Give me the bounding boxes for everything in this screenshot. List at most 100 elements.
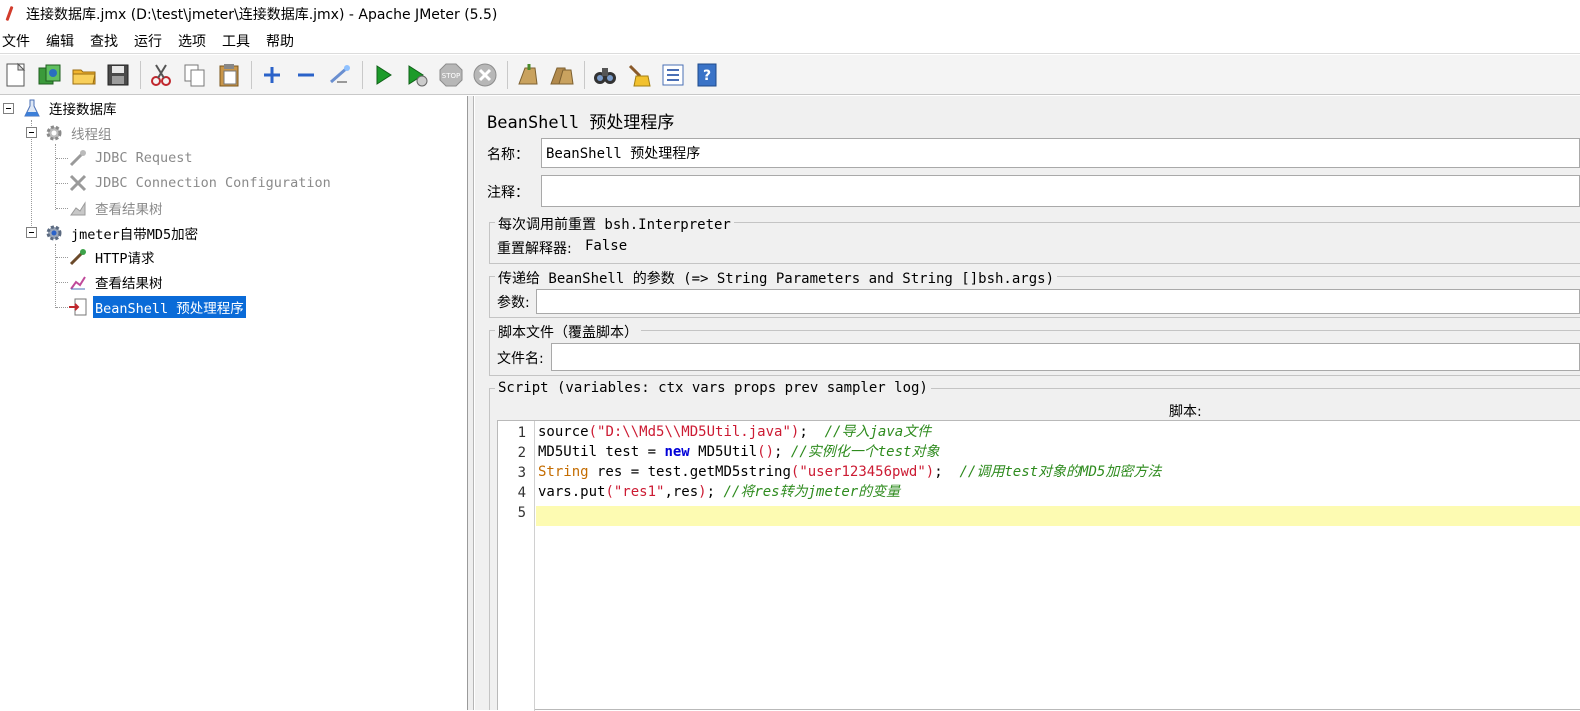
reset-search-icon[interactable] bbox=[625, 60, 653, 90]
name-label: 名称： bbox=[487, 147, 529, 163]
menu-tools[interactable]: 工具 bbox=[220, 31, 258, 51]
tree-node-http-request[interactable]: HTTP请求 bbox=[68, 245, 157, 269]
clear-icon[interactable] bbox=[514, 60, 542, 90]
split-pane-divider[interactable] bbox=[468, 96, 474, 710]
code-token: ; bbox=[799, 424, 825, 440]
tree-node-jdbc-request[interactable]: JDBC Request bbox=[68, 146, 195, 170]
parameters-label: 参数: bbox=[497, 295, 530, 311]
menu-help[interactable]: 帮助 bbox=[264, 31, 302, 51]
title-bar: 连接数据库.jmx (D:\test\jmeter\连接数据库.jmx) - A… bbox=[0, 0, 1580, 28]
code-token: ,res bbox=[664, 484, 699, 500]
copy-icon[interactable] bbox=[181, 60, 209, 90]
file-name-field[interactable] bbox=[551, 343, 1580, 371]
toggle-icon[interactable] bbox=[326, 60, 354, 90]
tree-node-beanshell-preprocessor[interactable]: BeanShell 预处理程序 bbox=[68, 295, 246, 319]
listener-icon bbox=[68, 198, 88, 218]
code-token: ( bbox=[588, 424, 598, 440]
svg-text:?: ? bbox=[703, 68, 711, 84]
test-plan-icon bbox=[22, 98, 42, 118]
collapse-toggle[interactable] bbox=[3, 103, 14, 114]
menu-bar: 文件 编辑 查找 运行 选项 工具 帮助 bbox=[0, 28, 1580, 54]
menu-edit[interactable]: 编辑 bbox=[44, 31, 82, 51]
code-token: new bbox=[664, 444, 690, 460]
clear-all-icon[interactable] bbox=[548, 60, 576, 90]
parameters-field[interactable] bbox=[536, 289, 1580, 314]
menu-run[interactable]: 运行 bbox=[132, 31, 170, 51]
tree-node-view-results-tree[interactable]: 查看结果树 bbox=[68, 196, 165, 220]
code-line[interactable]: MD5Util test = new MD5Util(); //实例化一个tes… bbox=[538, 442, 939, 462]
line-number: 2 bbox=[517, 445, 526, 461]
window-title: 连接数据库.jmx (D:\test\jmeter\连接数据库.jmx) - A… bbox=[26, 7, 498, 23]
code-token: source bbox=[538, 424, 589, 440]
tree-node-view-results-tree[interactable]: 查看结果树 bbox=[68, 270, 165, 294]
tree-node-thread-group-md5[interactable]: jmeter自带MD5加密 bbox=[44, 221, 200, 245]
collapse-icon[interactable] bbox=[292, 60, 320, 90]
tree-node-thread-group[interactable]: 线程组 bbox=[44, 121, 114, 145]
beanshell-preprocessor-panel: BeanShell 预处理程序 名称： BeanShell 预处理程序 注释： … bbox=[475, 96, 1580, 711]
tree-connector bbox=[55, 244, 56, 308]
gear-icon bbox=[44, 223, 64, 243]
sampler-icon bbox=[68, 247, 88, 267]
toolbar: STOP ? bbox=[0, 55, 1580, 95]
code-line[interactable]: source("D:\\Md5\\MD5Util.java"); //导入jav… bbox=[538, 422, 931, 442]
reset-interpreter-label: 重置解释器: bbox=[497, 241, 572, 257]
line-number: 1 bbox=[517, 425, 526, 441]
collapse-toggle[interactable] bbox=[26, 127, 37, 138]
current-line-highlight bbox=[536, 506, 1580, 526]
toolbar-separator bbox=[362, 60, 363, 89]
svg-text:STOP: STOP bbox=[442, 72, 460, 80]
stop-icon[interactable]: STOP bbox=[437, 60, 465, 90]
file-name-label: 文件名: bbox=[497, 351, 544, 367]
open-icon[interactable] bbox=[70, 60, 98, 90]
comment-field[interactable] bbox=[541, 175, 1580, 207]
code-token: ) bbox=[925, 464, 935, 480]
new-icon[interactable] bbox=[2, 60, 30, 90]
panel-title: BeanShell 预处理程序 bbox=[487, 113, 675, 133]
tree-node-test-plan[interactable]: 连接数据库 bbox=[22, 96, 119, 120]
search-icon[interactable] bbox=[591, 60, 619, 90]
templates-icon[interactable] bbox=[36, 60, 64, 90]
toolbar-separator bbox=[507, 60, 508, 89]
reset-interpreter-value[interactable]: False bbox=[585, 238, 627, 254]
shutdown-icon[interactable] bbox=[471, 60, 499, 90]
script-legend: Script (variables: ctx vars props prev s… bbox=[495, 380, 931, 396]
menu-file[interactable]: 文件 bbox=[0, 31, 38, 51]
save-icon[interactable] bbox=[104, 60, 132, 90]
jmeter-feather-icon bbox=[4, 6, 16, 22]
line-number: 5 bbox=[517, 505, 526, 521]
start-no-pauses-icon[interactable] bbox=[403, 60, 431, 90]
menu-options[interactable]: 选项 bbox=[176, 31, 214, 51]
code-token: "res1" bbox=[613, 484, 665, 500]
function-helper-icon[interactable] bbox=[659, 60, 687, 90]
code-token: ; bbox=[934, 464, 960, 480]
tree-node-label: JDBC Request bbox=[95, 150, 193, 166]
code-token: MD5Util test = bbox=[538, 444, 665, 460]
code-token: res = test.getMD5string bbox=[588, 464, 791, 480]
code-token: ; bbox=[774, 444, 791, 460]
toolbar-separator bbox=[140, 60, 141, 89]
code-line[interactable]: String res = test.getMD5string("user1234… bbox=[538, 462, 1161, 482]
preprocessor-icon bbox=[68, 297, 88, 317]
code-token: "user123456pwd" bbox=[799, 464, 926, 480]
code-token: () bbox=[757, 444, 775, 460]
code-token: ( bbox=[605, 484, 614, 500]
tree-connector bbox=[56, 257, 68, 258]
help-icon[interactable]: ? bbox=[693, 60, 721, 90]
start-icon[interactable] bbox=[369, 60, 397, 90]
test-plan-tree: 连接数据库 线程组 JDBC Request JDBC Connection C… bbox=[0, 96, 468, 710]
cut-icon[interactable] bbox=[147, 60, 175, 90]
code-line[interactable]: vars.put("res1",res); //将res转为jmeter的变量 bbox=[538, 482, 900, 502]
menu-search[interactable]: 查找 bbox=[88, 31, 126, 51]
collapse-toggle[interactable] bbox=[26, 227, 37, 238]
script-label: 脚本: bbox=[1169, 404, 1202, 420]
code-token: //实例化一个test对象 bbox=[790, 444, 940, 460]
name-field[interactable]: BeanShell 预处理程序 bbox=[541, 138, 1580, 168]
script-editor[interactable]: 1 2 3 4 5 source("D:\\Md5\\MD5Util.java"… bbox=[497, 420, 1580, 711]
toolbar-separator bbox=[251, 60, 252, 89]
paste-icon[interactable] bbox=[215, 60, 243, 90]
tree-connector bbox=[55, 144, 56, 210]
tree-node-jdbc-connection-config[interactable]: JDBC Connection Configuration bbox=[68, 171, 333, 195]
sampler-icon bbox=[68, 148, 88, 168]
tree-node-label: 查看结果树 bbox=[95, 202, 163, 218]
expand-icon[interactable] bbox=[258, 60, 286, 90]
